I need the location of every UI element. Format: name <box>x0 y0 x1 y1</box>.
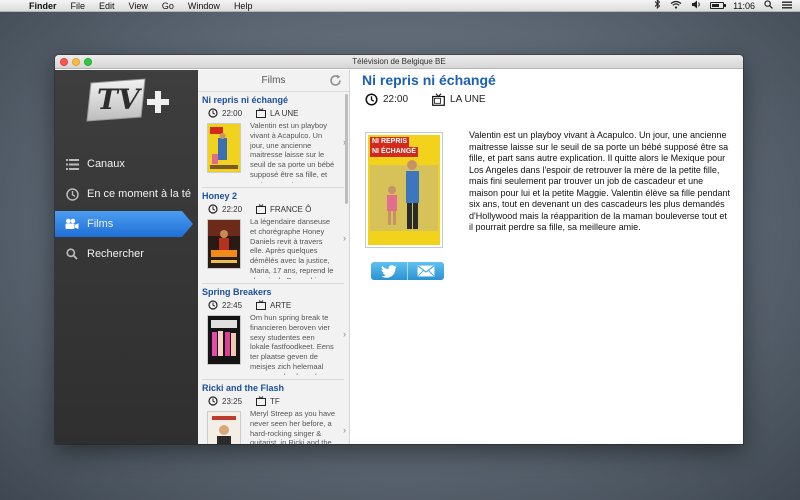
chevron-right-icon: › <box>343 233 346 243</box>
menu-edit[interactable]: Edit <box>92 0 122 12</box>
film-poster-thumbnail <box>207 219 241 269</box>
chevron-right-icon: › <box>343 329 346 339</box>
menu-view[interactable]: View <box>122 0 155 12</box>
share-twitter-button[interactable] <box>371 262 407 280</box>
notification-center-icon[interactable] <box>782 0 792 12</box>
film-title: Honey 2 <box>202 191 238 201</box>
clock-icon <box>208 300 218 310</box>
clock-icon <box>65 187 79 201</box>
clock-icon <box>208 108 218 118</box>
twitter-icon <box>381 264 397 278</box>
clock-icon <box>208 396 218 406</box>
film-poster-thumbnail <box>207 315 241 365</box>
film-channel: ARTE <box>270 300 292 310</box>
menu-clock[interactable]: 11:06 <box>733 0 755 12</box>
tv-icon <box>432 93 445 106</box>
detail-description: Valentin est un playboy vivant à Acapulc… <box>469 130 730 232</box>
detail-meta: 22:00 LA UNE <box>365 93 486 106</box>
detail-channel: LA UNE <box>450 94 486 105</box>
window-controls <box>60 58 92 66</box>
list-divider <box>202 283 344 284</box>
film-time: 22:20 <box>222 204 243 214</box>
share-mail-button[interactable] <box>407 262 444 280</box>
menu-go[interactable]: Go <box>155 0 181 12</box>
list-header: Films <box>198 70 349 92</box>
film-channel: LA UNE <box>270 108 299 118</box>
sidebar-item-en-ce-moment[interactable]: En ce moment à la té <box>55 181 198 207</box>
film-poster: NI REPRIS NI ÉCHANGÉ <box>365 132 443 248</box>
film-title: Ni repris ni échangé <box>202 95 289 105</box>
menu-file[interactable]: File <box>64 0 93 12</box>
menu-window[interactable]: Window <box>181 0 227 12</box>
window-titlebar[interactable]: Télévision de Belgique BE <box>55 55 743 69</box>
volume-icon[interactable] <box>691 0 701 12</box>
sidebar: TV Canaux En ce moment à la té Films Rec… <box>55 70 198 444</box>
film-channel: FRANCE Ô <box>270 204 312 214</box>
film-poster-thumbnail <box>207 123 241 173</box>
tv-plus-logo: TV <box>85 77 171 125</box>
poster-title-line-1: NI REPRIS <box>370 137 410 147</box>
poster-title-line-2: NI ÉCHANGÉ <box>370 147 418 157</box>
logo-text: TV <box>97 83 140 116</box>
film-list-item[interactable]: Honey 2 22:20 FRANCE Ô La légendaire dan… <box>198 189 349 284</box>
film-detail-pane: Ni repris ni échangé 22:00 LA UNE NI REP… <box>351 70 743 444</box>
film-poster-thumbnail <box>207 411 241 444</box>
clock-icon <box>208 204 218 214</box>
film-title: Spring Breakers <box>202 287 272 297</box>
sidebar-item-label: En ce moment à la té <box>87 188 191 200</box>
list-divider <box>202 187 344 188</box>
film-description: Om hun spring break te financieren berov… <box>250 313 334 375</box>
film-list-item[interactable]: Spring Breakers 22:45 ARTE Om hun spring… <box>198 285 349 380</box>
bluetooth-icon[interactable] <box>654 0 661 12</box>
sidebar-item-label: Canaux <box>87 158 125 170</box>
list-title: Films <box>261 75 286 86</box>
zoom-window-button[interactable] <box>84 58 92 66</box>
film-description: Valentin est un playboy vivant à Acapulc… <box>250 121 335 183</box>
list-scrollbar[interactable] <box>345 94 348 204</box>
film-time: 22:45 <box>222 300 243 310</box>
sidebar-item-canaux[interactable]: Canaux <box>55 151 198 177</box>
refresh-icon[interactable] <box>329 74 342 87</box>
detail-time: 22:00 <box>383 94 409 105</box>
list-divider <box>202 379 344 380</box>
film-channel: TF <box>270 396 280 406</box>
clock-icon <box>365 93 378 106</box>
tv-icon <box>256 300 266 310</box>
sidebar-item-films[interactable]: Films <box>55 211 193 237</box>
minimize-window-button[interactable] <box>72 58 80 66</box>
battery-icon[interactable] <box>710 2 727 9</box>
search-icon <box>65 247 79 261</box>
film-list-item[interactable]: Ricki and the Flash 23:25 TF Meryl Stree… <box>198 381 349 444</box>
film-title: Ricki and the Flash <box>202 383 285 393</box>
film-description: La légendaire danseuse et chorégraphe Ho… <box>250 217 334 279</box>
menu-bar: Finder File Edit View Go Window Help 11:… <box>0 0 800 12</box>
wifi-icon[interactable] <box>670 0 682 12</box>
film-list-pane: Films Ni repris ni échangé 22:00 LA UNE … <box>198 70 350 444</box>
sidebar-item-rechercher[interactable]: Rechercher <box>55 241 198 267</box>
sidebar-item-label: Films <box>87 218 114 230</box>
tv-icon <box>256 204 266 214</box>
list-icon <box>65 157 79 171</box>
close-window-button[interactable] <box>60 58 68 66</box>
tv-icon <box>256 108 266 118</box>
film-list-item[interactable]: Ni repris ni échangé 22:00 LA UNE Valent… <box>198 93 349 188</box>
share-bar <box>371 262 444 280</box>
battery-level-fill <box>712 4 719 7</box>
film-time: 23:25 <box>222 396 243 406</box>
detail-title: Ni repris ni échangé <box>362 72 496 88</box>
film-description: Meryl Streep as you have never seen her … <box>250 409 336 444</box>
menu-app-finder[interactable]: Finder <box>22 0 64 12</box>
mail-icon <box>417 265 435 277</box>
chevron-right-icon: › <box>343 425 346 435</box>
film-camera-icon <box>65 217 79 231</box>
film-time: 22:00 <box>222 108 243 118</box>
window-title: Télévision de Belgique BE <box>352 57 446 66</box>
menu-help[interactable]: Help <box>227 0 260 12</box>
app-window: Télévision de Belgique BE TV Canaux En c… <box>55 55 743 444</box>
sidebar-item-label: Rechercher <box>87 248 144 260</box>
tv-icon <box>256 396 266 406</box>
spotlight-search-icon[interactable] <box>764 0 773 12</box>
